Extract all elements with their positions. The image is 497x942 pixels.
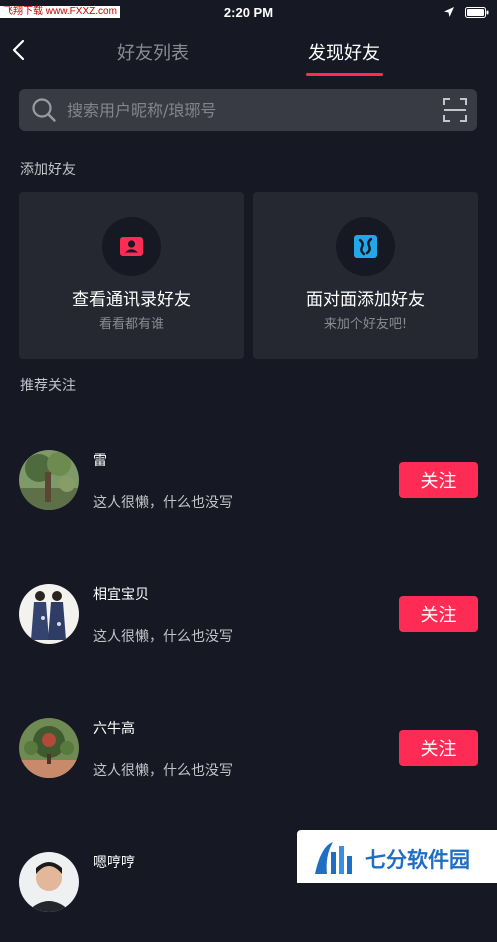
avatar[interactable] xyxy=(19,852,79,912)
brand-logo-icon xyxy=(315,842,352,874)
follow-button[interactable]: 关注 xyxy=(399,596,478,632)
username: 嗯哼哼 xyxy=(93,855,135,871)
battery-icon xyxy=(465,7,489,18)
contacts-icon-circle xyxy=(102,217,161,276)
search-input[interactable] xyxy=(67,89,427,131)
card-title: 面对面添加好友 xyxy=(306,290,425,310)
face-to-face-card[interactable]: 面对面添加好友 来加个好友吧! xyxy=(253,192,478,359)
avatar[interactable] xyxy=(19,450,79,510)
list-item: 雷 这人很懒，什么也没写 关注 xyxy=(0,420,497,540)
username: 雷 xyxy=(93,453,107,469)
status-time: 2:20 PM xyxy=(223,5,274,20)
follow-button[interactable]: 关注 xyxy=(399,462,478,498)
follow-button[interactable]: 关注 xyxy=(399,730,478,766)
user-bio: 这人很懒，什么也没写 xyxy=(93,629,233,645)
scan-icon[interactable] xyxy=(443,98,467,122)
search-icon xyxy=(32,98,56,122)
location-arrow-icon xyxy=(444,7,454,17)
brand-watermark: 七分软件园 xyxy=(297,830,497,883)
list-item: 六牛高 这人很懒，什么也没写 关注 xyxy=(0,688,497,808)
status-bar: 飞翔下载 www.FXXZ.com 2:20 PM xyxy=(0,0,497,24)
contacts-friends-card[interactable]: 查看通讯录好友 看看都有谁 xyxy=(19,192,244,359)
card-subtitle: 看看都有谁 xyxy=(98,317,164,332)
card-title: 查看通讯录好友 xyxy=(72,290,191,310)
recommend-heading: 推荐关注 xyxy=(20,378,76,394)
back-icon[interactable] xyxy=(8,36,32,64)
avatar[interactable] xyxy=(19,718,79,778)
avatar[interactable] xyxy=(19,584,79,644)
brand-text: 七分软件园 xyxy=(365,848,470,872)
user-bio: 这人很懒，什么也没写 xyxy=(93,763,233,779)
contacts-icon xyxy=(120,237,143,256)
face-to-face-icon-circle xyxy=(336,217,395,276)
user-bio: 这人很懒，什么也没写 xyxy=(93,495,233,511)
face-to-face-icon xyxy=(354,235,377,258)
username: 六牛高 xyxy=(93,721,135,737)
search-bar xyxy=(19,89,477,131)
tab-discover-friends[interactable]: 发现好友 xyxy=(308,39,380,65)
username: 相宜宝贝 xyxy=(93,587,149,603)
header: 好友列表 发现好友 xyxy=(0,24,497,80)
list-item: 相宜宝贝 这人很懒，什么也没写 关注 xyxy=(0,554,497,674)
active-tab-indicator xyxy=(306,73,383,76)
card-subtitle: 来加个好友吧! xyxy=(323,317,408,332)
add-friends-heading: 添加好友 xyxy=(20,162,76,178)
tab-friend-list[interactable]: 好友列表 xyxy=(117,39,189,65)
